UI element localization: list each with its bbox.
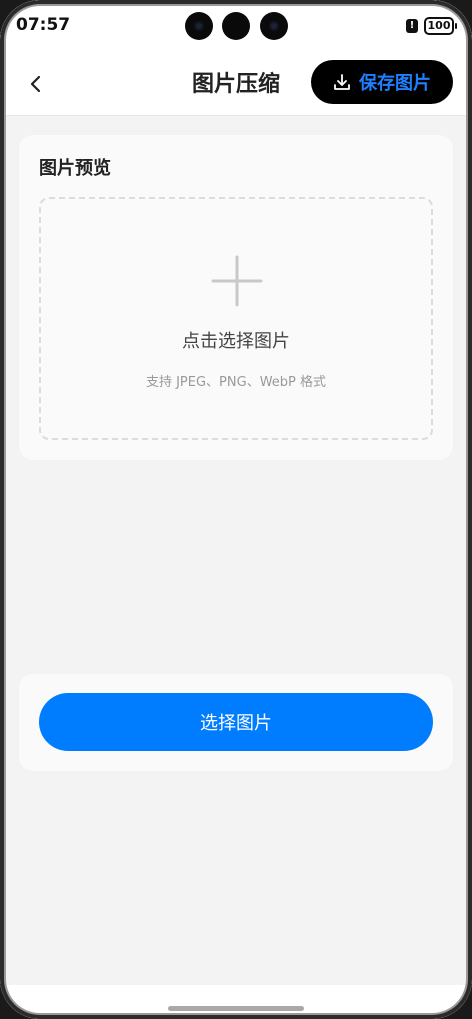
status-bar: 07:57 ! 100 (0, 0, 472, 52)
camera-icon (222, 12, 250, 40)
save-image-label: 保存图片 (359, 73, 431, 94)
app-header: 图片压缩 保存图片 (0, 52, 472, 116)
alert-icon: ! (406, 19, 418, 33)
plus-icon (211, 255, 263, 307)
save-image-button[interactable]: 保存图片 (311, 60, 453, 104)
image-upload-area[interactable]: 点击选择图片 支持 JPEG、PNG、WebP 格式 (39, 197, 433, 440)
camera-icon (260, 12, 288, 40)
home-indicator[interactable] (168, 1006, 304, 1011)
upload-title: 点击选择图片 (182, 331, 290, 352)
navigation-bar (0, 985, 472, 1019)
battery-icon: 100 (424, 17, 457, 35)
preview-card: 图片预览 点击选择图片 支持 JPEG、PNG、WebP 格式 (19, 135, 453, 460)
select-image-button[interactable]: 选择图片 (39, 693, 433, 751)
action-card: 选择图片 (19, 674, 453, 771)
status-time: 07:57 (16, 15, 71, 35)
phone-screen: 07:57 ! 100 图片压缩 保存图片 图片预览 点击选择图片 支持 JPE… (0, 0, 472, 1019)
camera-icon (185, 12, 213, 40)
preview-title: 图片预览 (39, 158, 111, 179)
upload-hint: 支持 JPEG、PNG、WebP 格式 (145, 375, 327, 390)
download-icon (334, 74, 350, 90)
